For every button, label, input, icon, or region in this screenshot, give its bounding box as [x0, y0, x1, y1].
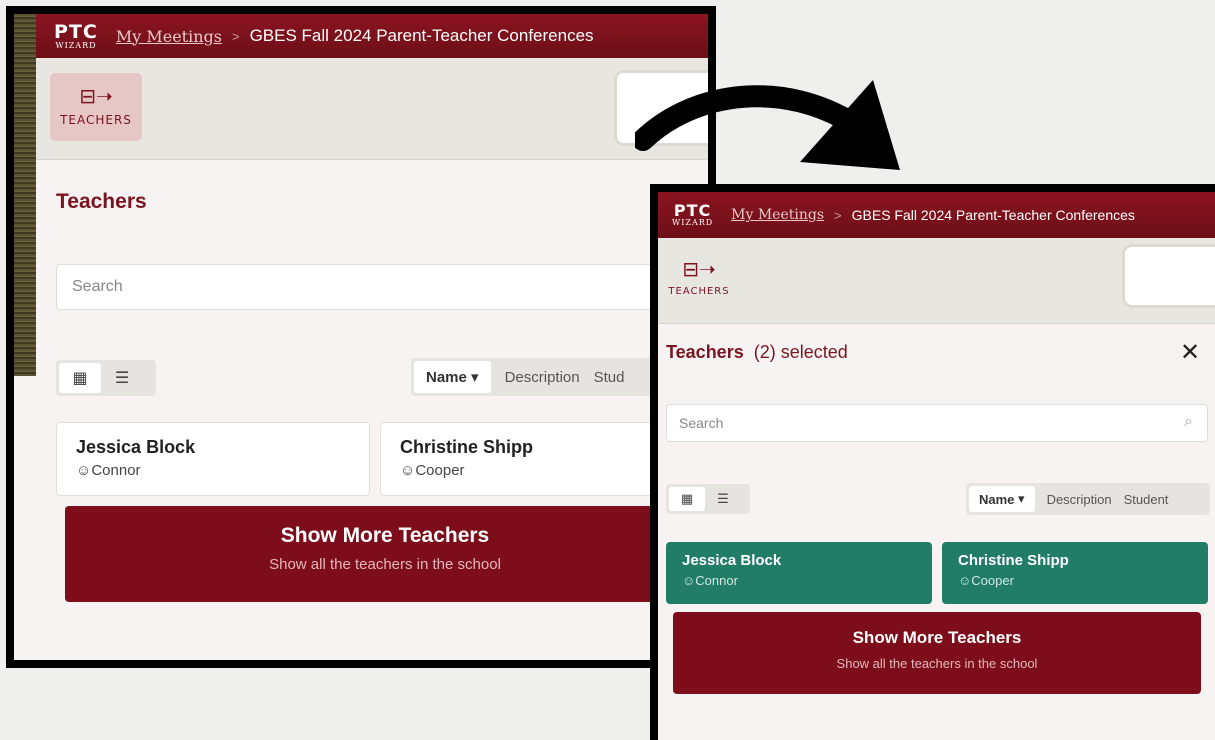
smiley-icon: ☺ — [76, 462, 92, 479]
teachers-button[interactable]: ⊟➝ TEACHERS — [50, 73, 142, 141]
logo[interactable]: PTC WIZARD — [672, 203, 713, 227]
blank-panel[interactable] — [1122, 244, 1215, 308]
sort-description[interactable]: Description — [1047, 492, 1112, 507]
side-stripe — [14, 14, 36, 376]
search-input[interactable]: Search ⌕ — [666, 404, 1208, 442]
before-screenshot: PTC WIZARD My Meetings > GBES Fall 2024 … — [6, 6, 716, 668]
breadcrumb-my-meetings[interactable]: My Meetings — [731, 207, 824, 223]
sort-student[interactable]: Stud — [594, 369, 625, 386]
view-toggle: ▦ ☰ — [56, 360, 156, 396]
teachers-button[interactable]: ⊟➝ TEACHERS — [664, 250, 734, 306]
page-title: Teachers (2) selected — [666, 342, 848, 362]
sort-bar: Name ▾ Description Student — [966, 483, 1210, 515]
top-bar: PTC WIZARD My Meetings > GBES Fall 2024 … — [658, 192, 1215, 238]
main-content: Teachers (2) selected ✕ Search ⌕ ▦ ☰ Nam… — [658, 324, 1215, 740]
selected-count: (2) selected — [753, 342, 848, 362]
smiley-icon: ☺ — [958, 573, 972, 588]
sort-name-button[interactable]: Name ▾ — [414, 361, 491, 393]
grid-view-icon[interactable]: ▦ — [669, 487, 705, 511]
toolbar: ⊟➝ TEACHERS — [658, 238, 1215, 324]
breadcrumb-current: GBES Fall 2024 Parent-Teacher Conference… — [249, 26, 594, 45]
toolbar: ⊟➝ TEACHERS — [36, 58, 708, 160]
smiley-icon: ☺ — [400, 462, 416, 479]
smiley-icon: ☺ — [682, 573, 696, 588]
breadcrumb-separator: > — [231, 28, 240, 44]
grid-view-icon[interactable]: ▦ — [59, 363, 101, 393]
teacher-card-selected[interactable]: Jessica Block ☺Connor — [666, 542, 932, 604]
teacher-card-selected[interactable]: Christine Shipp ☺Cooper — [942, 542, 1208, 604]
sort-student[interactable]: Student — [1124, 492, 1169, 507]
page-title: Teachers — [56, 190, 147, 213]
list-view-icon[interactable]: ☰ — [705, 487, 741, 511]
teachers-icon: ⊟➝ — [79, 86, 113, 108]
close-icon[interactable]: ✕ — [1180, 338, 1200, 367]
breadcrumb-my-meetings[interactable]: My Meetings — [116, 27, 222, 46]
sort-name-button[interactable]: Name ▾ — [969, 486, 1035, 512]
transition-arrow-icon — [635, 80, 900, 170]
main-content: Teachers Search ▦ ☰ Name ▾ Description S… — [36, 160, 708, 660]
teachers-icon: ⊟➝ — [682, 258, 716, 281]
after-screenshot: PTC WIZARD My Meetings > GBES Fall 2024 … — [650, 184, 1215, 740]
top-bar: PTC WIZARD My Meetings > GBES Fall 2024 … — [36, 14, 708, 58]
view-toggle: ▦ ☰ — [666, 484, 750, 514]
sort-description[interactable]: Description — [505, 369, 580, 386]
search-icon: ⌕ — [1184, 413, 1193, 430]
logo[interactable]: PTC WIZARD — [54, 22, 98, 50]
show-more-button[interactable]: Show More Teachers Show all the teachers… — [65, 506, 705, 602]
show-more-button[interactable]: Show More Teachers Show all the teachers… — [673, 612, 1201, 694]
list-view-icon[interactable]: ☰ — [101, 363, 143, 393]
breadcrumb-separator: > — [834, 207, 842, 223]
teacher-card[interactable]: Christine Shipp ☺Cooper — [380, 422, 694, 496]
teacher-card[interactable]: Jessica Block ☺Connor — [56, 422, 370, 496]
search-input[interactable]: Search — [56, 264, 696, 310]
breadcrumb-current: GBES Fall 2024 Parent-Teacher Conference… — [851, 207, 1135, 223]
